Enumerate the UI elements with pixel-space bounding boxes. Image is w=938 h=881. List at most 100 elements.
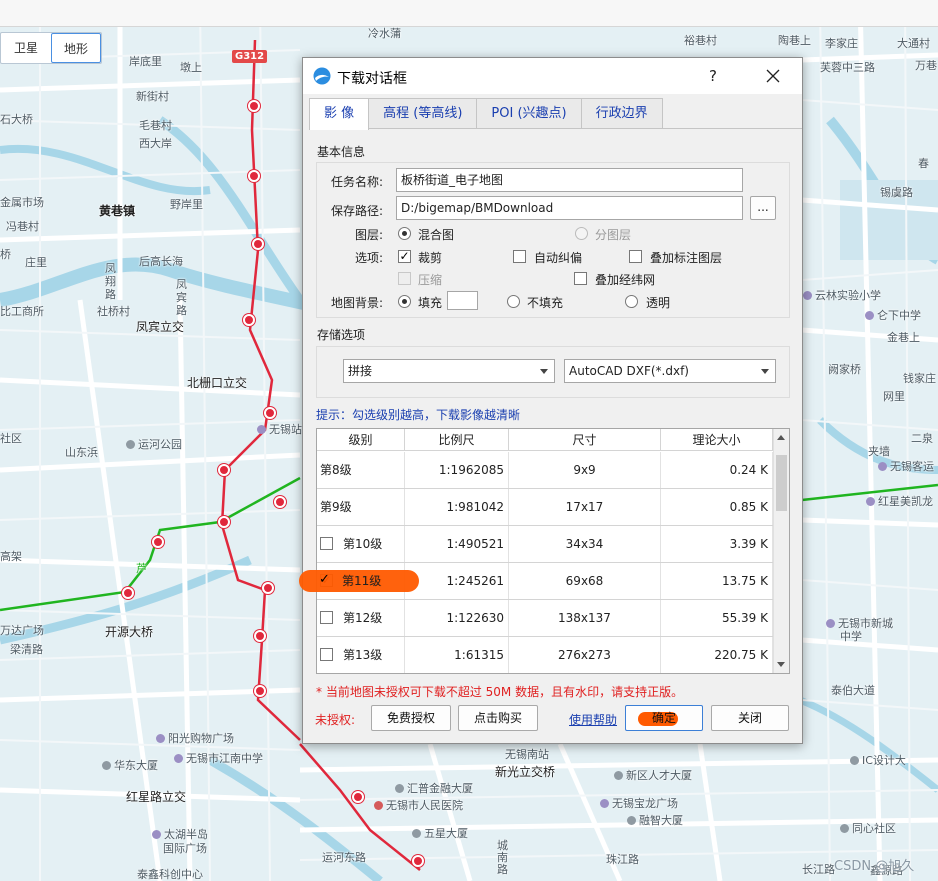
bg-transparent-radio[interactable] bbox=[625, 295, 638, 308]
terrain-toggle[interactable]: 地形 bbox=[51, 33, 101, 63]
map-poi-label: 无锡客运 bbox=[878, 460, 934, 474]
ok-button[interactable]: 确定 bbox=[625, 705, 703, 731]
table-row[interactable]: 第8级 1:1962085 9x9 0.24 K bbox=[317, 452, 773, 489]
map-poi-label: 汇普金融大厦 bbox=[395, 782, 473, 796]
level-checkbox[interactable] bbox=[320, 537, 333, 550]
overlay-grid-checkbox[interactable] bbox=[574, 272, 587, 285]
layer-merged-radio[interactable] bbox=[398, 227, 411, 240]
map-label: 珠江路 bbox=[606, 853, 639, 866]
help-link[interactable]: 使用帮助 bbox=[569, 711, 617, 728]
level-cell: 第9级 bbox=[317, 489, 405, 525]
bg-color-picker[interactable] bbox=[447, 291, 478, 310]
map-label: 冷水蒲 bbox=[368, 27, 401, 40]
dialog-titlebar[interactable]: 下载对话框 ? bbox=[303, 58, 802, 94]
metro-station[interactable] bbox=[152, 536, 164, 548]
overlay-grid-label: 叠加经纬网 bbox=[595, 273, 656, 287]
est-size-cell: 220.75 K bbox=[661, 637, 773, 673]
est-size-cell: 55.39 K bbox=[661, 600, 773, 636]
level-text: 第9级 bbox=[320, 500, 352, 514]
autocorrect-checkbox[interactable] bbox=[513, 250, 526, 263]
layer-label: 图层: bbox=[354, 228, 383, 242]
metro-station[interactable] bbox=[412, 855, 424, 867]
tab-imagery[interactable]: 影 像 bbox=[309, 98, 370, 130]
overlay-labels-checkbox[interactable] bbox=[629, 250, 642, 263]
map-label: 中学 bbox=[840, 630, 862, 643]
map-label: 夹墙 bbox=[868, 445, 890, 458]
map-label: 泰伯大道 bbox=[831, 684, 875, 697]
layer-merged-label: 混合图 bbox=[418, 228, 455, 242]
map-label: 阙家桥 bbox=[828, 363, 861, 376]
metro-station[interactable] bbox=[352, 791, 364, 803]
metro-station[interactable] bbox=[252, 238, 264, 250]
level-checkbox[interactable] bbox=[320, 611, 333, 624]
tab-admin-boundary[interactable]: 行政边界 bbox=[580, 98, 663, 128]
col-size-header[interactable]: 尺寸 bbox=[509, 429, 661, 451]
help-button[interactable]: ? bbox=[698, 64, 728, 88]
table-row[interactable]: 第13级 1:61315 276x273 220.75 K bbox=[317, 637, 773, 673]
map-poi-label: 五星大厦 bbox=[412, 827, 468, 841]
map-poi-label: 无锡市江南中学 bbox=[174, 752, 263, 766]
metro-station[interactable] bbox=[248, 100, 260, 112]
metro-station[interactable] bbox=[122, 587, 134, 599]
storage-mode-select[interactable]: 拼接 bbox=[343, 359, 555, 383]
close-button[interactable] bbox=[755, 62, 791, 90]
table-row[interactable]: 第9级 1:981042 17x17 0.85 K bbox=[317, 489, 773, 526]
satellite-toggle[interactable]: 卫星 bbox=[1, 33, 51, 63]
license-warning: * 当前地图未授权可下载不超过 50M 数据，且有水印，请支持正版。 bbox=[316, 685, 684, 699]
scale-cell: 1:981042 bbox=[405, 489, 509, 525]
free-license-button[interactable]: 免费授权 bbox=[371, 705, 451, 731]
storage-mode-value: 拼接 bbox=[348, 364, 373, 378]
metro-station[interactable] bbox=[262, 582, 274, 594]
col-level-header[interactable]: 级别 bbox=[317, 429, 405, 451]
map-poi-label: 同心社区 bbox=[840, 822, 896, 836]
map-label: 凤宾路 bbox=[176, 278, 187, 317]
tab-bar: 影 像 高程 (等高线) POI (兴趣点) 行政边界 bbox=[309, 98, 663, 130]
close-dialog-button[interactable]: 关闭 bbox=[711, 705, 789, 731]
metro-station[interactable] bbox=[254, 630, 266, 642]
task-name-input[interactable]: 板桥街道_电子地图 bbox=[396, 168, 743, 192]
tab-poi[interactable]: POI (兴趣点) bbox=[476, 98, 582, 128]
browse-button[interactable]: ... bbox=[750, 196, 776, 220]
table-row[interactable]: 第10级 1:490521 34x34 3.39 K bbox=[317, 526, 773, 563]
table-row[interactable]: 第12级 1:122630 138x137 55.39 K bbox=[317, 600, 773, 637]
est-size-cell: 3.39 K bbox=[661, 526, 773, 562]
bg-nofill-radio[interactable] bbox=[507, 295, 520, 308]
metro-station[interactable] bbox=[218, 464, 230, 476]
est-size-cell: 0.24 K bbox=[661, 452, 773, 488]
unauthorized-label: 未授权: bbox=[315, 713, 356, 727]
buy-button[interactable]: 点击购买 bbox=[458, 705, 538, 731]
metro-station[interactable] bbox=[274, 496, 286, 508]
save-path-input[interactable]: D:/bigemap/BMDownload bbox=[396, 196, 743, 220]
map-poi-label: 运河公园 bbox=[126, 438, 182, 452]
save-path-label: 保存路径: bbox=[330, 204, 383, 218]
map-label: 运河东路 bbox=[322, 851, 366, 864]
clip-checkbox[interactable]: ✓ bbox=[398, 250, 411, 263]
tab-elevation[interactable]: 高程 (等高线) bbox=[368, 98, 478, 128]
map-poi-label: 阳光购物广场 bbox=[156, 732, 234, 746]
col-scale-header[interactable]: 比例尺 bbox=[405, 429, 509, 451]
metro-station[interactable] bbox=[248, 170, 260, 182]
scale-cell: 1:490521 bbox=[405, 526, 509, 562]
metro-station[interactable] bbox=[264, 407, 276, 419]
level-text: 第12级 bbox=[343, 611, 383, 625]
map-label: 国际广场 bbox=[163, 842, 207, 855]
scroll-down-icon[interactable] bbox=[777, 662, 785, 667]
scroll-up-icon[interactable] bbox=[777, 435, 785, 440]
metro-station[interactable] bbox=[243, 314, 255, 326]
layer-split-radio[interactable] bbox=[575, 227, 588, 240]
map-poi-label: 无锡市新城 bbox=[826, 617, 893, 631]
scale-cell: 1:122630 bbox=[405, 600, 509, 636]
metro-station[interactable] bbox=[254, 685, 266, 697]
scroll-thumb[interactable] bbox=[776, 455, 787, 511]
close-icon bbox=[766, 69, 780, 83]
map-label: 城南路 bbox=[497, 839, 508, 876]
chevron-down-icon bbox=[761, 369, 769, 374]
metro-station[interactable] bbox=[218, 516, 230, 528]
level-checkbox[interactable] bbox=[320, 648, 333, 661]
col-est-size-header[interactable]: 理论大小 bbox=[661, 429, 773, 451]
file-format-select[interactable]: AutoCAD DXF(*.dxf) bbox=[564, 359, 776, 383]
level-11-overlay-text: 第11级 bbox=[342, 574, 382, 588]
compress-checkbox[interactable] bbox=[398, 272, 411, 285]
bg-fill-radio[interactable] bbox=[398, 295, 411, 308]
table-scrollbar[interactable] bbox=[773, 429, 789, 673]
